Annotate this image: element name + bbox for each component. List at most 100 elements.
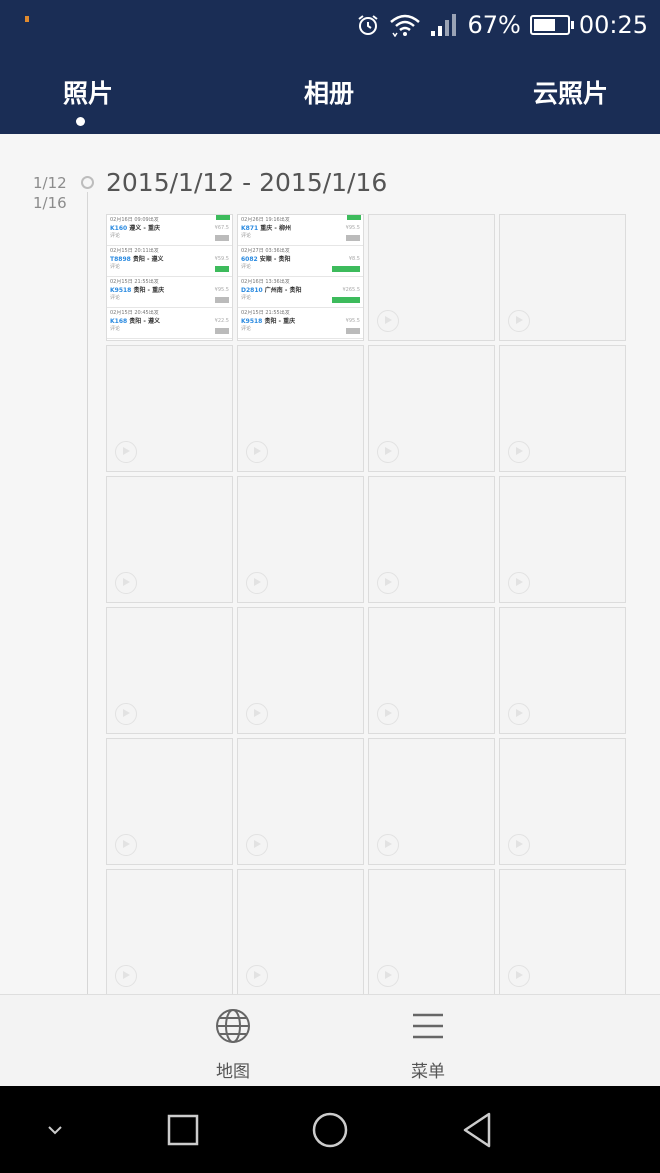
photo-thumbnail[interactable] bbox=[368, 738, 495, 865]
nav-recents-button[interactable] bbox=[161, 1108, 205, 1152]
ticket-status-tag bbox=[332, 266, 360, 272]
nav-back-button[interactable] bbox=[455, 1108, 499, 1152]
ticket-status-tag bbox=[215, 266, 229, 272]
ticket-train: 6082 安顺 - 贵阳 bbox=[241, 255, 360, 264]
photo-grid: 02月16日 09:09出发 K160 遵义 - 重庆 评论 ¥67.5 02月15日 … bbox=[106, 214, 630, 994]
nav-hide-button[interactable] bbox=[33, 1108, 77, 1152]
train-number: K871 bbox=[241, 225, 259, 232]
ticket-note: 评论 bbox=[241, 326, 252, 332]
menu-button[interactable]: 菜单 bbox=[388, 1007, 468, 1082]
ticket-note: 评论 bbox=[110, 295, 121, 301]
train-route: 贵阳 - 遵义 bbox=[129, 318, 160, 325]
ticket-train: K168 贵阳 - 遵义 bbox=[110, 317, 229, 326]
video-play-icon bbox=[246, 441, 268, 463]
ticket-price: ¥59.5 bbox=[214, 256, 229, 262]
train-route: 重庆 - 柳州 bbox=[260, 225, 291, 232]
chevron-down-icon bbox=[48, 1126, 62, 1135]
photo-thumbnail-screenshot[interactable]: 02月26日 19:16出发 K871 重庆 - 柳州评论 ¥95.5 02月27日 … bbox=[237, 214, 364, 341]
video-play-icon bbox=[246, 703, 268, 725]
timeline-line bbox=[87, 192, 88, 994]
ticket-train: T8898 贵阳 - 遵义 bbox=[110, 255, 229, 264]
back-triangle-icon bbox=[463, 1112, 491, 1148]
system-nav-bar bbox=[0, 1086, 660, 1173]
ticket-time: 02月15日 20:45出发 bbox=[110, 310, 159, 316]
alarm-icon bbox=[358, 15, 379, 35]
video-play-icon bbox=[377, 965, 399, 987]
ticket-time: 02月27日 03:36出发 bbox=[241, 248, 290, 254]
photo-thumbnail[interactable] bbox=[499, 738, 626, 865]
photo-thumbnail[interactable] bbox=[368, 345, 495, 472]
photo-thumbnail[interactable] bbox=[106, 869, 233, 994]
status-bar: 67% 00:25 bbox=[0, 0, 660, 50]
photo-thumbnail-screenshot[interactable]: 02月16日 09:09出发 K160 遵义 - 重庆 评论 ¥67.5 02月15日 … bbox=[106, 214, 233, 341]
signal-icon bbox=[431, 14, 457, 36]
video-play-icon bbox=[508, 965, 530, 987]
photo-thumbnail[interactable] bbox=[368, 214, 495, 341]
photo-thumbnail[interactable] bbox=[499, 214, 626, 341]
video-play-icon bbox=[508, 441, 530, 463]
train-number: T8898 bbox=[110, 256, 131, 263]
map-button[interactable]: 地图 bbox=[193, 1007, 273, 1082]
photo-thumbnail[interactable] bbox=[106, 738, 233, 865]
ticket-train: K160 遵义 - 重庆 bbox=[110, 224, 229, 233]
ticket-price: ¥95.5 bbox=[345, 318, 360, 324]
screenshot-ticket-row: 02月16日 09:09出发 K160 遵义 - 重庆 评论 ¥67.5 bbox=[107, 215, 232, 246]
video-play-icon bbox=[508, 834, 530, 856]
photo-timeline[interactable]: 1/12 1/16 2015/1/12 - 2015/1/16 02月16日 0… bbox=[0, 134, 660, 994]
train-number: K160 bbox=[110, 225, 128, 232]
nav-home-button[interactable] bbox=[308, 1108, 352, 1152]
photo-thumbnail[interactable] bbox=[237, 345, 364, 472]
ticket-time: 02月15日 20:11出发 bbox=[110, 248, 159, 254]
photo-thumbnail[interactable] bbox=[106, 476, 233, 603]
photo-thumbnail[interactable] bbox=[499, 869, 626, 994]
date-short-start: 1/12 bbox=[33, 174, 67, 192]
photo-thumbnail[interactable] bbox=[106, 607, 233, 734]
screenshot-ticket-row: 02月15日 21:55出发 K9518 贵阳 - 重庆 评论 ¥95.5 bbox=[107, 277, 232, 308]
screenshot-ticket-row: 02月27日 03:36出发 6082 安顺 - 贵阳 评论 ¥8.5 bbox=[238, 246, 363, 277]
tab-cloud-photos[interactable]: 云照片 bbox=[533, 74, 608, 110]
ticket-status-tag bbox=[346, 328, 360, 334]
ticket-price: ¥265.5 bbox=[342, 287, 361, 293]
photo-thumbnail[interactable] bbox=[499, 607, 626, 734]
tab-bar: 照片 相册 云照片 bbox=[0, 50, 660, 134]
train-number: K168 bbox=[110, 318, 128, 325]
photo-thumbnail[interactable] bbox=[106, 345, 233, 472]
screenshot-ticket-row: 02月15日 21:55出发 K9518 贵阳 - 重庆 评论 ¥95.5 bbox=[238, 308, 363, 339]
menu-icon bbox=[413, 1013, 443, 1039]
photo-thumbnail[interactable] bbox=[368, 869, 495, 994]
ticket-status-tag bbox=[215, 328, 229, 334]
tab-albums[interactable]: 相册 bbox=[304, 74, 354, 110]
screenshot-ticket-row: 02月15日 20:11出发 T8898 贵阳 - 遵义 评论 ¥59.5 bbox=[107, 246, 232, 277]
photo-thumbnail[interactable] bbox=[237, 869, 364, 994]
ticket-time: 02月16日 09:09出发 bbox=[110, 217, 159, 223]
video-play-icon bbox=[377, 310, 399, 332]
video-play-icon bbox=[246, 834, 268, 856]
bottom-action-bar: 地图 菜单 bbox=[0, 994, 660, 1086]
train-route: 贵阳 - 重庆 bbox=[264, 318, 296, 325]
screenshot-ticket-row: 02月15日 20:45出发 K168 贵阳 - 遵义 评论 ¥22.5 bbox=[107, 308, 232, 339]
train-number: K9518 bbox=[241, 318, 263, 325]
ticket-status-tag bbox=[332, 297, 360, 303]
photo-thumbnail[interactable] bbox=[499, 345, 626, 472]
notification-icon bbox=[25, 16, 29, 22]
photo-thumbnail[interactable] bbox=[368, 607, 495, 734]
tab-photos[interactable]: 照片 bbox=[63, 74, 113, 110]
date-short-end: 1/16 bbox=[33, 194, 67, 212]
ticket-price: ¥67.5 bbox=[214, 225, 229, 231]
clock: 00:25 bbox=[578, 11, 648, 39]
screenshot-ticket-row: 02月26日 19:16出发 K871 重庆 - 柳州 评论 ¥95.5 bbox=[238, 215, 363, 246]
photo-thumbnail[interactable] bbox=[499, 476, 626, 603]
ticket-time: 02月15日 21:55出发 bbox=[110, 279, 159, 285]
tab-selected-indicator bbox=[76, 117, 85, 126]
video-play-icon bbox=[377, 834, 399, 856]
photo-thumbnail[interactable] bbox=[237, 738, 364, 865]
video-play-icon bbox=[115, 572, 137, 594]
photo-thumbnail[interactable] bbox=[237, 476, 364, 603]
photo-thumbnail[interactable] bbox=[237, 607, 364, 734]
date-range-header[interactable]: 2015/1/12 - 2015/1/16 bbox=[106, 168, 387, 197]
ticket-time: 02月26日 19:16出发 bbox=[241, 217, 290, 223]
photo-thumbnail[interactable] bbox=[368, 476, 495, 603]
train-number: 6082 bbox=[241, 256, 258, 263]
ticket-price: ¥8.5 bbox=[348, 256, 360, 262]
ticket-note: 评论 bbox=[110, 326, 121, 332]
